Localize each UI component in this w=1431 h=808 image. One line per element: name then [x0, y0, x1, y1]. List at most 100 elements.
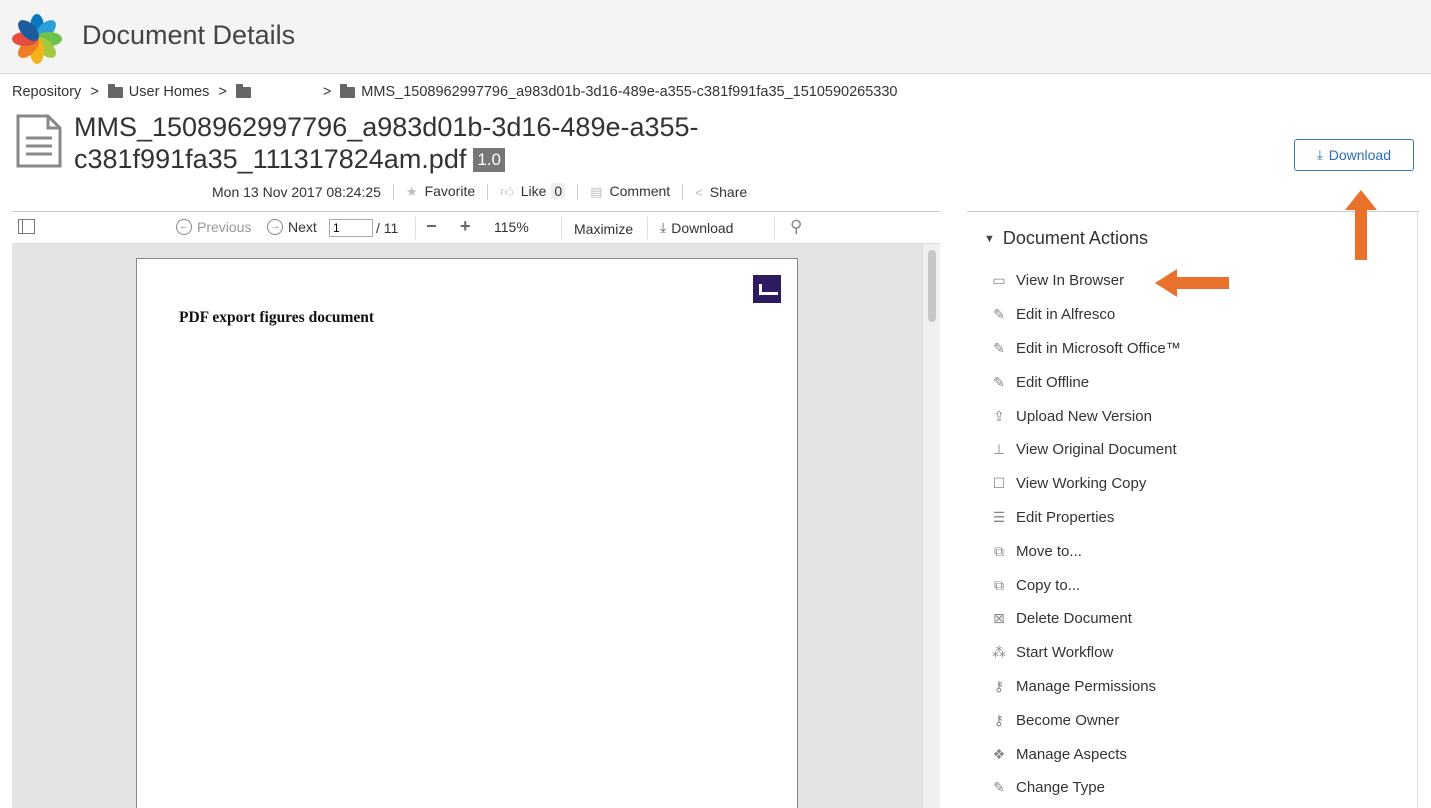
- annotation-arrow-left-icon: [1155, 269, 1229, 297]
- next-page-button[interactable]: → Next: [267, 219, 317, 235]
- copy-icon: ⧉: [994, 576, 1004, 593]
- action-start-workflow[interactable]: ⁂ Start Workflow: [990, 636, 1181, 670]
- favorite-label: Favorite: [424, 183, 476, 199]
- alfresco-logo-icon[interactable]: [10, 10, 64, 64]
- action-upload-new-version[interactable]: ⇪ Upload New Version: [990, 399, 1181, 433]
- page-title: Document Details: [82, 20, 296, 50]
- action-change-type[interactable]: ✎ Change Type: [990, 771, 1181, 805]
- like-label: Like: [520, 183, 547, 199]
- page-number-input[interactable]: [329, 219, 373, 237]
- action-label: Delete Document: [1016, 610, 1132, 628]
- arrow-left-icon: ←: [176, 219, 192, 235]
- move-icon: ⧉: [994, 542, 1004, 559]
- pdf-logo-icon: [753, 275, 781, 303]
- share-label: Share: [709, 183, 748, 200]
- comment-label: Comment: [609, 183, 671, 199]
- action-copy-to[interactable]: ⧉ Copy to...: [990, 568, 1181, 602]
- app-header: Document Details: [0, 0, 1431, 74]
- workflow-icon: ⁂: [992, 644, 1006, 661]
- breadcrumb-current[interactable]: MMS_1508962997796_a983d01b-3d16-489e-a35…: [340, 83, 897, 100]
- document-title: MMS_1508962997796_a983d01b-3d16-489e-a35…: [74, 111, 774, 175]
- pencil-icon: ✎: [993, 339, 1005, 356]
- action-become-owner[interactable]: ⚷ Become Owner: [990, 703, 1181, 737]
- action-label: Edit Properties: [1016, 508, 1115, 526]
- action-label: Copy to...: [1016, 576, 1081, 594]
- document-icon: [16, 114, 62, 168]
- action-edit-in-alfresco[interactable]: ✎ Edit in Alfresco: [990, 298, 1181, 332]
- action-edit-properties[interactable]: ☰ Edit Properties: [990, 501, 1181, 535]
- action-manage-permissions[interactable]: ⚷ Manage Permissions: [990, 670, 1181, 704]
- action-move-to[interactable]: ⧉ Move to...: [990, 534, 1181, 568]
- action-label: Become Owner: [1016, 711, 1120, 729]
- pdf-page-heading: PDF export figures document: [179, 309, 375, 326]
- document-actions-list: ▭ View In Browser ✎ Edit in Alfresco ✎ Edit…: [990, 264, 1181, 805]
- action-view-original-document[interactable]: ⊥ View Original Document: [990, 433, 1181, 467]
- folder-icon: [340, 83, 356, 98]
- download-button-label: Download: [1328, 147, 1391, 163]
- zoom-in-button[interactable]: +: [460, 216, 471, 237]
- pencil-icon: ✎: [993, 373, 1005, 390]
- scroll-thumb[interactable]: [928, 250, 936, 322]
- like-action[interactable]: 👍︎ Like 0: [500, 183, 566, 200]
- key-icon: ⚷: [993, 711, 1005, 728]
- download-icon: ⤓: [660, 219, 667, 235]
- sidebar-toggle-icon[interactable]: [18, 219, 35, 234]
- breadcrumb-separator: >: [322, 84, 332, 100]
- favorite-action[interactable]: ★ Favorite: [406, 183, 475, 200]
- breadcrumb-repository[interactable]: Repository: [12, 84, 81, 100]
- viewer-download-button[interactable]: ⤓ Download: [660, 219, 733, 236]
- document-actions-title: Document Actions: [1002, 228, 1148, 248]
- breadcrumb-user-homes[interactable]: User Homes: [107, 83, 209, 100]
- download-button[interactable]: ⤓ Download: [1294, 139, 1414, 171]
- search-icon[interactable]: ⚲: [790, 217, 802, 237]
- zoom-level[interactable]: 115%: [494, 219, 529, 235]
- comment-icon: ▤: [590, 184, 603, 199]
- document-actions-header[interactable]: ▼ Document Actions: [984, 228, 1148, 249]
- page-total: / 11: [376, 220, 399, 236]
- action-label: Change Type: [1016, 779, 1105, 797]
- share-action[interactable]: < Share: [695, 184, 747, 200]
- maximize-button[interactable]: Maximize: [574, 221, 633, 237]
- viewer-toolbar: ← Previous → Next / 11 − + 115% Maximize ⤓…: [12, 212, 940, 244]
- breadcrumb: Repository > User Homes > > MMS_15089629…: [12, 83, 897, 100]
- action-view-working-copy[interactable]: ☐ View Working Copy: [990, 467, 1181, 501]
- action-label: View Original Document: [1016, 441, 1177, 459]
- pencil-icon: ✎: [993, 779, 1005, 796]
- stamp-icon: ⊥: [992, 441, 1006, 458]
- key-icon: ⚷: [993, 677, 1005, 694]
- download-icon: ⤓: [1316, 147, 1323, 162]
- divider: [682, 183, 684, 200]
- thumbs-up-icon: 👍︎: [500, 184, 514, 199]
- divider: [561, 217, 562, 239]
- properties-icon: ☰: [992, 508, 1006, 525]
- modified-date: Mon 13 Nov 2017 08:24:25: [212, 183, 381, 200]
- action-label: Manage Aspects: [1016, 745, 1127, 763]
- action-label: Edit in Microsoft Office™: [1016, 339, 1181, 357]
- viewer-scrollbar[interactable]: [922, 244, 940, 808]
- action-view-in-browser[interactable]: ▭ View In Browser: [990, 264, 1181, 298]
- breadcrumb-separator: >: [90, 84, 99, 100]
- action-edit-in-microsoft-office[interactable]: ✎ Edit in Microsoft Office™: [990, 332, 1181, 366]
- action-label: Upload New Version: [1016, 407, 1152, 425]
- document-meta: Mon 13 Nov 2017 08:24:25 ★ Favorite 👍︎ Lik…: [212, 183, 747, 200]
- next-label: Next: [288, 219, 317, 235]
- action-delete-document[interactable]: ⊠ Delete Document: [990, 602, 1181, 636]
- folder-icon: [107, 83, 123, 98]
- action-label: Edit in Alfresco: [1016, 306, 1116, 324]
- action-label: Start Workflow: [1016, 644, 1114, 662]
- breadcrumb-user-folder[interactable]: [235, 83, 314, 98]
- document-title-line1: MMS_1508962997796_a983d01b-3d16-489e-a35…: [74, 112, 699, 142]
- breadcrumb-separator: >: [218, 84, 227, 100]
- action-manage-aspects[interactable]: ❖ Manage Aspects: [990, 737, 1181, 771]
- viewer-download-label: Download: [671, 219, 734, 236]
- previous-page-button[interactable]: ← Previous: [176, 219, 251, 235]
- aspects-icon: ❖: [992, 745, 1006, 762]
- edit-box-icon: ☐: [992, 475, 1006, 492]
- share-icon: <: [695, 184, 703, 200]
- browser-icon: ▭: [992, 272, 1006, 289]
- divider: [415, 217, 416, 239]
- zoom-out-button[interactable]: −: [426, 216, 437, 237]
- comment-action[interactable]: ▤ Comment: [590, 183, 670, 200]
- divider: [647, 217, 648, 239]
- action-edit-offline[interactable]: ✎ Edit Offline: [990, 365, 1181, 399]
